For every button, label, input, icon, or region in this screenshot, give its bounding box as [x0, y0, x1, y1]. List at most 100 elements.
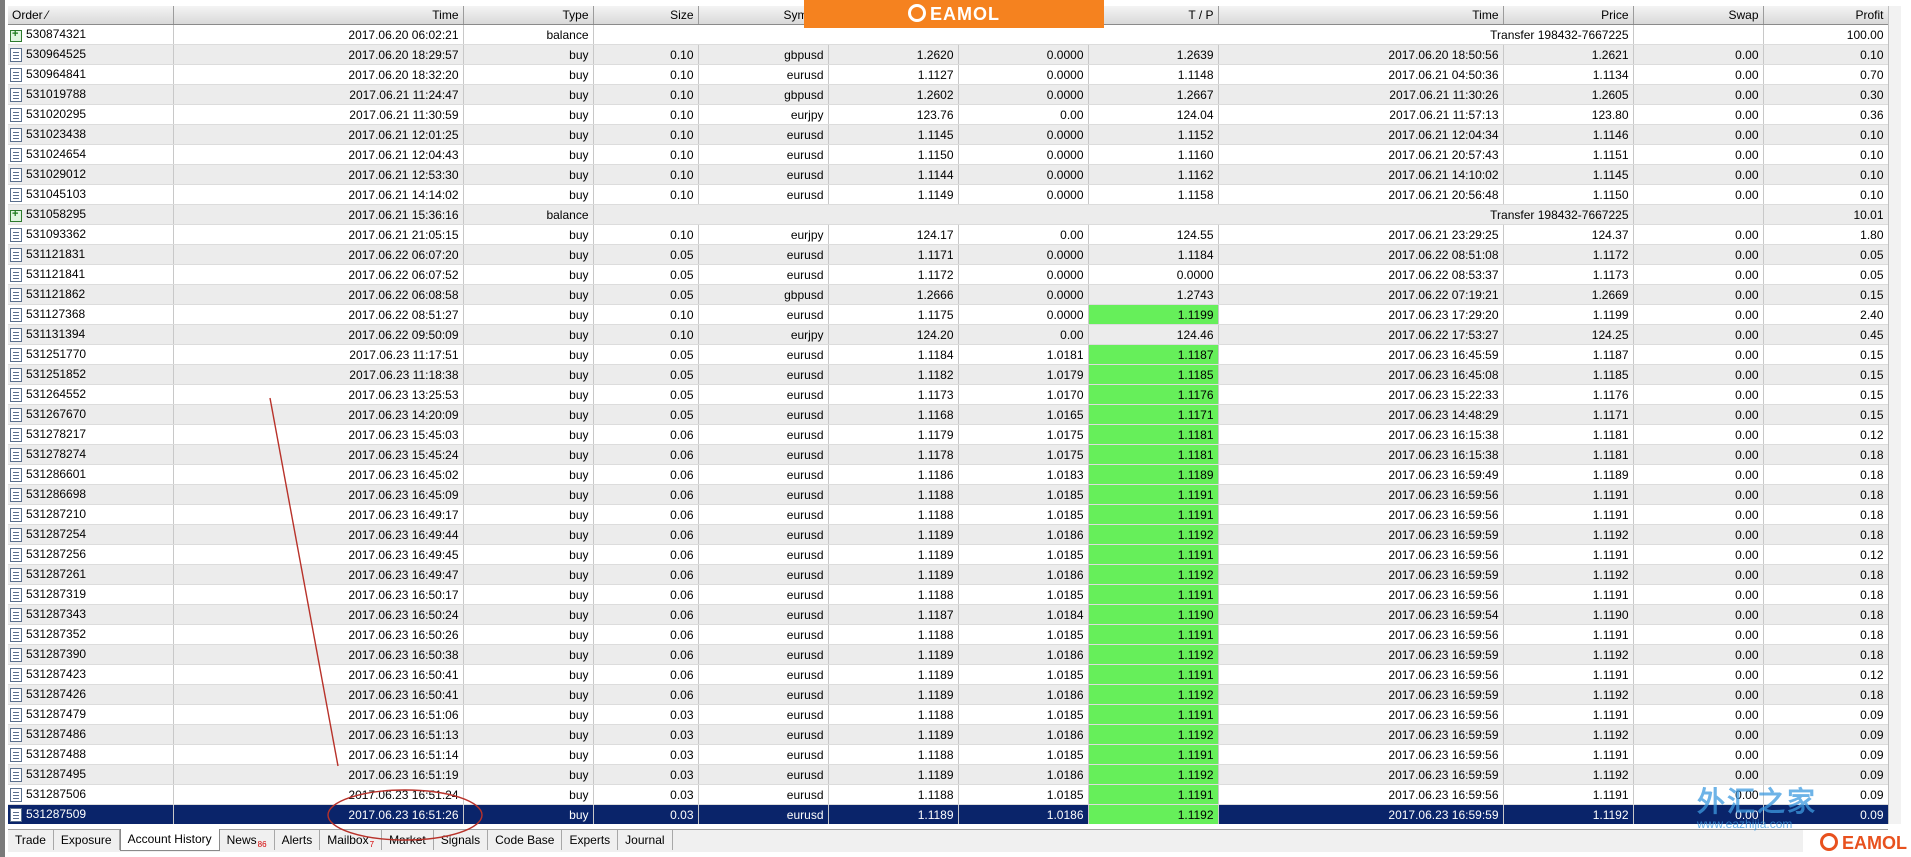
- table-row[interactable]: 531267670 2017.06.23 14:20:09 buy 0.05 eurus…: [8, 404, 1888, 425]
- table-row[interactable]: 531287486 2017.06.23 16:51:13 buy 0.03 eurus…: [8, 724, 1888, 745]
- order-number: 531287506: [26, 787, 87, 802]
- cell-order: 531278274: [8, 444, 174, 465]
- cell-order: 531286601: [8, 464, 174, 485]
- table-row[interactable]: 531278274 2017.06.23 15:45:24 buy 0.06 eurus…: [8, 444, 1888, 465]
- vertical-scrollbar[interactable]: [1888, 6, 1901, 824]
- table-row[interactable]: 531251770 2017.06.23 11:17:51 buy 0.05 eurus…: [8, 344, 1888, 365]
- table-row[interactable]: 531121831 2017.06.22 06:07:20 buy 0.05 eurus…: [8, 244, 1888, 265]
- cell-price: 1.1186: [828, 464, 959, 485]
- table-row[interactable]: 531287506 2017.06.23 16:51:24 buy 0.03 eurus…: [8, 784, 1888, 805]
- tab-trade[interactable]: Trade: [8, 830, 54, 850]
- cell-close-price: 1.1134: [1503, 64, 1634, 85]
- table-row[interactable]: 531287256 2017.06.23 16:49:45 buy 0.06 eurus…: [8, 544, 1888, 565]
- table-row[interactable]: 531058295 2017.06.21 15:36:16balanceTrans…: [8, 204, 1888, 225]
- tab-news[interactable]: News86: [220, 830, 275, 850]
- table-row[interactable]: 531287479 2017.06.23 16:51:06 buy 0.03 eurus…: [8, 704, 1888, 725]
- table-row[interactable]: 531287390 2017.06.23 16:50:38 buy 0.06 eurus…: [8, 644, 1888, 665]
- column-header-profit[interactable]: Profit: [1763, 6, 1888, 25]
- column-header-swap[interactable]: Swap: [1633, 6, 1764, 25]
- column-header-close-price[interactable]: Price: [1503, 6, 1634, 25]
- deal-document-icon: [10, 627, 22, 642]
- cell-tp: 1.1192: [1088, 724, 1219, 745]
- cell-size: 0.10: [593, 324, 699, 345]
- table-row[interactable]: 531278217 2017.06.23 15:45:03 buy 0.06 eurus…: [8, 424, 1888, 445]
- tab-mailbox[interactable]: Mailbox7: [320, 830, 383, 850]
- cell-order: 531286698: [8, 484, 174, 505]
- cell-profit: 0.10: [1763, 44, 1888, 65]
- deal-document-icon: [10, 567, 22, 582]
- window-edge: [0, 0, 5, 857]
- cell-order: 531029012: [8, 164, 174, 185]
- column-header-type[interactable]: Type: [463, 6, 594, 25]
- tab-alerts[interactable]: Alerts: [275, 830, 321, 850]
- table-row[interactable]: 531287488 2017.06.23 16:51:14 buy 0.03 eurus…: [8, 744, 1888, 765]
- table-row[interactable]: 531287352 2017.06.23 16:50:26 buy 0.06 eurus…: [8, 624, 1888, 645]
- table-row[interactable]: 531286698 2017.06.23 16:45:09 buy 0.06 eurus…: [8, 484, 1888, 505]
- table-row[interactable]: 531287426 2017.06.23 16:50:41 buy 0.06 eurus…: [8, 684, 1888, 705]
- cell-swap: 0.00: [1633, 664, 1764, 685]
- table-row[interactable]: 531127368 2017.06.22 08:51:27 buy 0.10 eurus…: [8, 304, 1888, 325]
- column-header-size[interactable]: Size: [593, 6, 699, 25]
- table-row-selected[interactable]: 531287509 2017.06.23 16:51:26 buy 0.03 eurus…: [8, 804, 1888, 824]
- table-row[interactable]: 531287210 2017.06.23 16:49:17 buy 0.06 eurus…: [8, 504, 1888, 525]
- deal-document-icon: [10, 147, 22, 162]
- tab-badge: 86: [257, 840, 267, 850]
- table-row[interactable]: 531045103 2017.06.21 14:14:02 buy 0.10 eurus…: [8, 184, 1888, 205]
- table-row[interactable]: 531019788 2017.06.21 11:24:47 buy 0.10 gbpus…: [8, 84, 1888, 105]
- table-row[interactable]: 531121841 2017.06.22 06:07:52 buy 0.05 eurus…: [8, 264, 1888, 285]
- table-row[interactable]: 531121862 2017.06.22 06:08:58 buy 0.05 gbpus…: [8, 284, 1888, 305]
- table-row[interactable]: 531287319 2017.06.23 16:50:17 buy 0.06 eurus…: [8, 584, 1888, 605]
- cell-close-price: 1.2621: [1503, 44, 1634, 65]
- table-row[interactable]: 530964841 2017.06.20 18:32:20 buy 0.10 eurus…: [8, 64, 1888, 85]
- tab-account-history[interactable]: Account History: [119, 829, 220, 851]
- cell-sl: 1.0175: [958, 444, 1089, 465]
- tab-journal[interactable]: Journal: [618, 830, 673, 850]
- table-row[interactable]: 531093362 2017.06.21 21:05:15 buy 0.10 eurjp…: [8, 224, 1888, 245]
- cell-tp: 1.1192: [1088, 804, 1219, 824]
- deal-document-icon: [10, 227, 22, 242]
- table-row[interactable]: 531264552 2017.06.23 13:25:53 buy 0.05 eurus…: [8, 384, 1888, 405]
- column-header-close-time[interactable]: Time: [1218, 6, 1504, 25]
- cell-sl: 1.0186: [958, 804, 1089, 824]
- cell-swap: 0.00: [1633, 184, 1764, 205]
- cell-time: 2017.06.22 09:50:09: [173, 324, 464, 345]
- cell-close-price: 1.1171: [1503, 404, 1634, 425]
- tab-market[interactable]: Market: [382, 830, 434, 850]
- cell-symbol: gbpusd: [698, 44, 829, 65]
- table-row[interactable]: 531286601 2017.06.23 16:45:02 buy 0.06 eurus…: [8, 464, 1888, 485]
- table-row[interactable]: 531029012 2017.06.21 12:53:30 buy 0.10 eurus…: [8, 164, 1888, 185]
- table-row[interactable]: 531287343 2017.06.23 16:50:24 buy 0.06 eurus…: [8, 604, 1888, 625]
- cell-profit: 0.10: [1763, 164, 1888, 185]
- table-row[interactable]: 531251852 2017.06.23 11:18:38 buy 0.05 eurus…: [8, 364, 1888, 385]
- tab-signals[interactable]: Signals: [434, 830, 489, 850]
- cell-sl: 1.0170: [958, 384, 1089, 405]
- table-row[interactable]: 531287423 2017.06.23 16:50:41 buy 0.06 eurus…: [8, 664, 1888, 685]
- tab-exposure[interactable]: Exposure: [54, 830, 120, 850]
- table-row[interactable]: 531024654 2017.06.21 12:04:43 buy 0.10 eurus…: [8, 144, 1888, 165]
- tab-experts[interactable]: Experts: [562, 830, 619, 850]
- cell-price: 1.1172: [828, 264, 959, 285]
- cell-symbol: eurusd: [698, 604, 829, 625]
- column-header-tp[interactable]: T / P: [1088, 6, 1219, 25]
- table-row[interactable]: 531287261 2017.06.23 16:49:47 buy 0.06 eurus…: [8, 564, 1888, 585]
- order-number: 531286698: [26, 487, 87, 502]
- cell-tp: 1.1192: [1088, 524, 1219, 545]
- cell-symbol: eurusd: [698, 644, 829, 665]
- table-row[interactable]: 531131394 2017.06.22 09:50:09 buy 0.10 eurjp…: [8, 324, 1888, 345]
- cell-tp: 1.1158: [1088, 184, 1219, 205]
- table-row[interactable]: 531023438 2017.06.21 12:01:25 buy 0.10 eurus…: [8, 124, 1888, 145]
- cell-price: 1.1179: [828, 424, 959, 445]
- cell-close-time: 2017.06.20 18:50:56: [1218, 44, 1504, 65]
- tab-code-base[interactable]: Code Base: [488, 830, 563, 850]
- cell-profit: 0.36: [1763, 104, 1888, 125]
- table-row[interactable]: 531287495 2017.06.23 16:51:19 buy 0.03 eurus…: [8, 764, 1888, 785]
- table-row[interactable]: 530964525 2017.06.20 18:29:57 buy 0.10 gbpus…: [8, 44, 1888, 65]
- cell-symbol: eurusd: [698, 404, 829, 425]
- column-header-time[interactable]: Time: [173, 6, 464, 25]
- column-header-order[interactable]: Order ⁄: [8, 6, 174, 25]
- cell-sl: 1.0185: [958, 704, 1089, 725]
- table-row[interactable]: 531020295 2017.06.21 11:30:59 buy 0.10 eurjp…: [8, 104, 1888, 125]
- table-row[interactable]: 531287254 2017.06.23 16:49:44 buy 0.06 eurus…: [8, 524, 1888, 545]
- cell-tp: 1.1162: [1088, 164, 1219, 185]
- cell-symbol: eurusd: [698, 164, 829, 185]
